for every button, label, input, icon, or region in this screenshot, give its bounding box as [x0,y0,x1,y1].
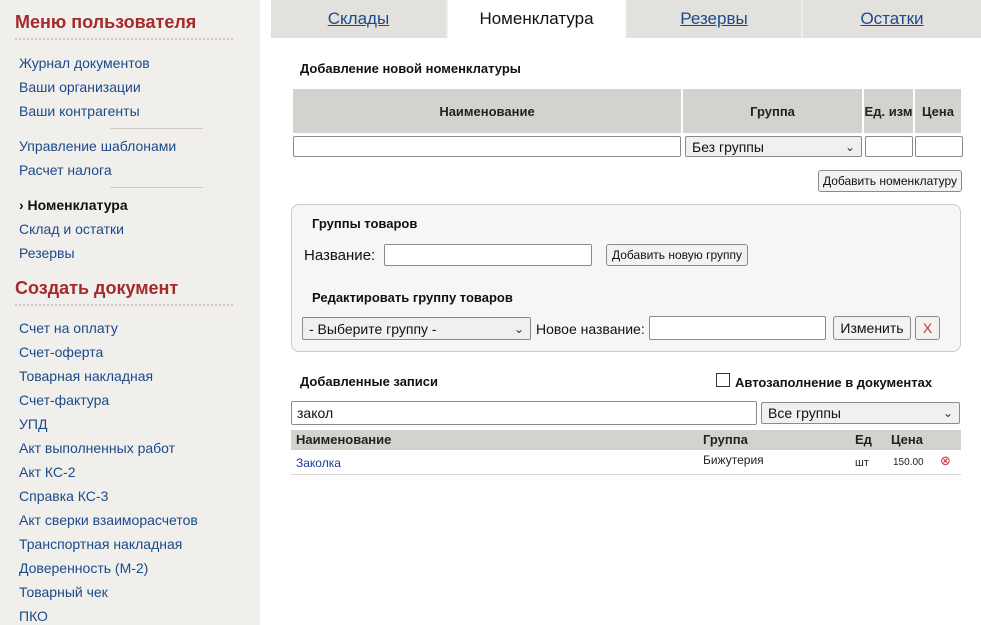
column-header-price: Цена [915,89,961,133]
change-group-button[interactable]: Изменить [833,316,911,340]
autofill-label: Автозаполнение в документах [735,375,933,390]
sidebar-item-offer[interactable]: Счет-оферта [19,344,103,360]
delete-group-button[interactable]: X [915,316,940,340]
sidebar-item-waybill[interactable]: Товарная накладная [19,368,153,384]
sidebar-item-tax[interactable]: Расчет налога [19,162,112,178]
header-name: Наименование [296,432,392,447]
divider [15,38,233,40]
sidebar-item-ks2[interactable]: Акт КС-2 [19,464,75,480]
edit-group-select-value: - Выберите группу - [309,320,437,337]
new-group-name-input[interactable] [649,316,826,340]
divider [110,187,203,188]
sidebar-item-act[interactable]: Акт выполненных работ [19,440,175,456]
record-name-link[interactable]: Заколка [296,456,341,470]
chevron-down-icon: ⌄ [513,321,524,336]
sidebar-item-ks3[interactable]: Справка КС-3 [19,488,108,504]
edit-group-title: Редактировать группу товаров [312,290,513,305]
autofill-checkbox[interactable] [716,373,730,387]
edit-group-select[interactable]: - Выберите группу - ⌄ [302,317,531,340]
column-header-group: Группа [683,89,862,133]
group-select-value: Без группы [692,138,764,155]
sidebar-item-templates[interactable]: Управление шаблонами [19,138,176,154]
new-name-label: Новое название: [536,321,645,337]
header-group: Группа [703,432,748,447]
sidebar-item-reconciliation[interactable]: Акт сверки взаиморасчетов [19,512,198,528]
divider [110,128,203,129]
group-filter-value: Все группы [768,405,841,421]
add-nomenclature-button[interactable]: Добавить номенклатуру [818,170,962,192]
sidebar-item-sales-receipt[interactable]: Товарный чек [19,584,108,600]
sidebar-item-reserves[interactable]: Резервы [19,245,75,261]
chevron-down-icon: ⌄ [844,139,855,154]
sidebar: Меню пользователя Журнал документов Ваши… [0,0,260,625]
sidebar-item-upd[interactable]: УПД [19,416,47,432]
record-price: 150.00 [893,457,924,468]
sidebar-item-journal[interactable]: Журнал документов [19,55,150,71]
group-name-label: Название: [304,247,376,264]
groups-title: Группы товаров [312,216,418,231]
sidebar-item-organizations[interactable]: Ваши организации [19,79,141,95]
price-input[interactable] [915,136,963,157]
table-row: Заколка Бижутерия шт 150.00 ⊗ [291,450,961,475]
search-input[interactable] [291,401,757,425]
name-input[interactable] [293,136,681,157]
records-title: Добавленные записи [300,374,438,389]
divider [15,304,233,306]
record-unit: шт [855,457,869,469]
tab-balances[interactable]: Остатки [803,0,981,38]
sidebar-item-power-of-attorney[interactable]: Доверенность (М-2) [19,560,148,576]
sidebar-item-transport[interactable]: Транспортная накладная [19,536,182,552]
group-select[interactable]: Без группы ⌄ [685,136,862,157]
header-price: Цена [891,432,923,447]
unit-input[interactable] [865,136,913,157]
user-menu-title: Меню пользователя [15,12,197,32]
tab-reserves[interactable]: Резервы [627,0,801,38]
chevron-down-icon: ⌄ [942,406,953,420]
sidebar-item-tax-invoice[interactable]: Счет-фактура [19,392,109,408]
tab-warehouses[interactable]: Склады [271,0,446,38]
sidebar-item-pko[interactable]: ПКО [19,608,48,624]
tab-nomenclature[interactable]: Номенклатура [448,0,625,38]
delete-record-icon[interactable]: ⊗ [940,453,951,469]
records-table-header: Наименование Группа Ед Цена [291,430,961,450]
header-unit: Ед [855,432,872,447]
sidebar-item-nomenclature[interactable]: › Номенклатура [19,197,128,213]
sidebar-item-contractors[interactable]: Ваши контрагенты [19,103,140,119]
add-form-title: Добавление новой номенклатуры [300,61,521,76]
record-group: Бижутерия [703,453,764,467]
sidebar-item-stock[interactable]: Склад и остатки [19,221,124,237]
create-document-title: Создать документ [15,278,179,298]
sidebar-item-invoice[interactable]: Счет на оплату [19,320,118,336]
column-header-name: Наименование [293,89,681,133]
add-group-button[interactable]: Добавить новую группу [606,244,748,266]
group-name-input[interactable] [384,244,592,266]
group-filter-select[interactable]: Все группы ⌄ [761,402,960,424]
column-header-unit: Ед. изм [864,89,913,133]
